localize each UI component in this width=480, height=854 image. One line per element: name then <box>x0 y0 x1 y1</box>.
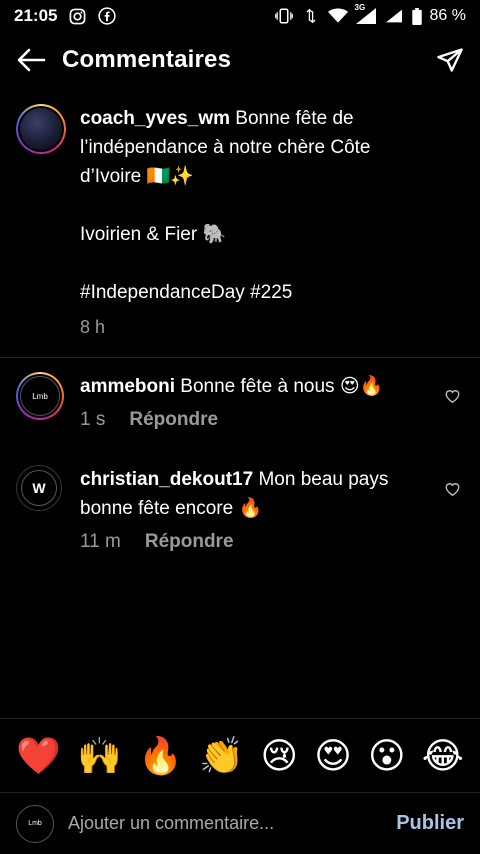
signal-icon <box>384 6 404 26</box>
status-time: 21:05 <box>14 6 58 25</box>
comment-input[interactable] <box>68 813 387 834</box>
comment-item: Lmb ammeboni Bonne fête à nous 😍🔥 1 s Ré… <box>16 372 464 434</box>
comment-username[interactable]: ammeboni <box>80 376 175 397</box>
divider <box>0 357 480 358</box>
caption-hashtags[interactable]: #IndependanceDay #225 <box>80 278 464 307</box>
network-type: 3G <box>354 3 366 12</box>
page-title: Commentaires <box>62 46 232 73</box>
caption-username[interactable]: coach_yves_wm <box>80 108 230 129</box>
emoji-clap-button[interactable]: 👏 <box>199 737 244 774</box>
post-caption: coach_yves_wm Bonne fête de l’indépendan… <box>16 104 464 342</box>
emoji-raised-hands-button[interactable]: 🙌 <box>77 737 122 774</box>
comment-item: W christian_dekout17 Mon beau pays bonne… <box>16 465 464 556</box>
reply-button[interactable]: Répondre <box>145 527 234 556</box>
caption-text-4: Ivoirien & Fier 🐘 <box>80 224 227 245</box>
comment-username[interactable]: christian_dekout17 <box>80 469 253 490</box>
avatar: Lmb <box>20 376 60 416</box>
emoji-heart-button[interactable]: ❤️ <box>16 737 61 774</box>
facebook-icon <box>97 6 117 26</box>
back-button[interactable] <box>0 32 62 88</box>
wifi-icon <box>327 6 348 26</box>
avatar <box>20 108 62 150</box>
caption-avatar[interactable] <box>16 104 66 154</box>
like-button[interactable] <box>444 388 460 404</box>
data-arrows-icon <box>301 6 321 26</box>
avatar: Lmb <box>16 804 54 843</box>
battery-icon <box>411 6 423 26</box>
share-button[interactable] <box>420 32 480 88</box>
comment-text: Bonne fête à nous 😍🔥 <box>175 376 384 397</box>
caption-time: 8 h <box>80 317 106 337</box>
comment-time: 11 m <box>80 531 121 552</box>
caption-text-3: d’Ivoire 🇨🇮✨ <box>80 166 194 187</box>
caption-text-1: Bonne fête de <box>230 108 354 129</box>
comment-composer: Lmb Publier <box>0 792 480 854</box>
emoji-surprised-button[interactable]: 😮 <box>368 737 406 774</box>
instagram-icon <box>67 6 87 26</box>
avatar: W <box>21 470 57 506</box>
battery-percent: 86 % <box>429 7 466 24</box>
emoji-laugh-button[interactable]: 😂 <box>422 737 464 774</box>
reply-button[interactable]: Répondre <box>129 405 218 434</box>
arrow-left-icon <box>17 48 46 72</box>
emoji-cry-button[interactable]: 😢 <box>260 737 298 774</box>
paper-plane-icon <box>437 48 463 72</box>
comment-avatar[interactable]: Lmb <box>16 372 64 420</box>
caption-text-2: l’indépendance à notre chère Côte <box>80 137 371 158</box>
like-button[interactable] <box>444 481 460 497</box>
emoji-fire-button[interactable]: 🔥 <box>138 737 183 774</box>
heart-icon <box>445 483 459 496</box>
signal-3g-icon: 3G <box>354 3 377 26</box>
heart-icon <box>445 390 459 403</box>
publish-button[interactable]: Publier <box>396 812 464 835</box>
status-bar: 21:05 3G 86 % <box>0 0 480 32</box>
comment-avatar[interactable]: W <box>16 465 62 511</box>
emoji-quick-bar: ❤️ 🙌 🔥 👏 😢 😍 😮 😂 <box>0 718 480 792</box>
emoji-heart-eyes-button[interactable]: 😍 <box>314 737 352 774</box>
header: Commentaires <box>0 32 480 88</box>
vibrate-icon <box>274 6 294 26</box>
comment-time: 1 s <box>80 409 106 430</box>
